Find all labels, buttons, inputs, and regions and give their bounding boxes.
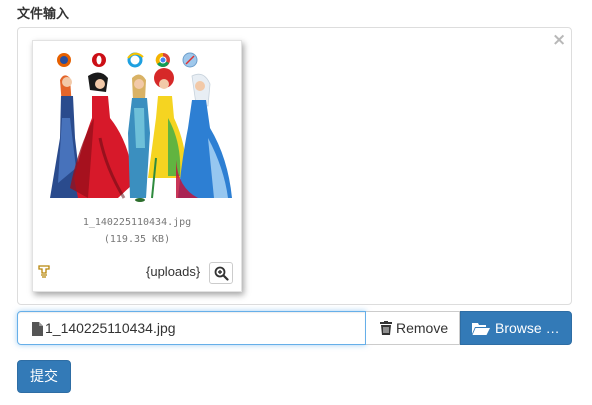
file-icon xyxy=(32,322,43,336)
file-caption-input[interactable]: 1_140225110434.jpg xyxy=(17,311,366,345)
figure-ie xyxy=(128,74,150,202)
firefox-logo xyxy=(57,53,71,67)
submit-button[interactable]: 提交 xyxy=(17,360,71,393)
field-label: 文件输入 xyxy=(17,6,70,21)
remove-label: Remove xyxy=(396,320,449,336)
zoom-in-icon xyxy=(214,266,229,281)
trash-icon xyxy=(380,321,392,335)
figure-opera xyxy=(70,72,134,199)
close-icon[interactable]: × xyxy=(552,32,566,49)
drag-handle-icon[interactable] xyxy=(37,264,51,280)
uploads-label: {uploads} xyxy=(146,264,201,279)
remove-button[interactable]: Remove xyxy=(366,311,460,345)
file-name: 1_140225110434.jpg xyxy=(82,217,192,228)
browse-button[interactable]: Browse … xyxy=(460,311,572,345)
chrome-logo xyxy=(155,52,170,67)
file-caption-text: 1_140225110434.jpg xyxy=(45,320,176,336)
figure-safari xyxy=(176,73,232,198)
image-thumbnail xyxy=(50,52,232,202)
ie-logo xyxy=(127,52,144,68)
safari-logo xyxy=(182,52,198,68)
file-size: (119.35 KB) xyxy=(103,234,171,245)
folder-open-icon xyxy=(472,323,490,335)
browse-label: Browse … xyxy=(495,320,560,336)
zoom-button[interactable] xyxy=(209,262,233,284)
opera-logo xyxy=(92,53,106,67)
